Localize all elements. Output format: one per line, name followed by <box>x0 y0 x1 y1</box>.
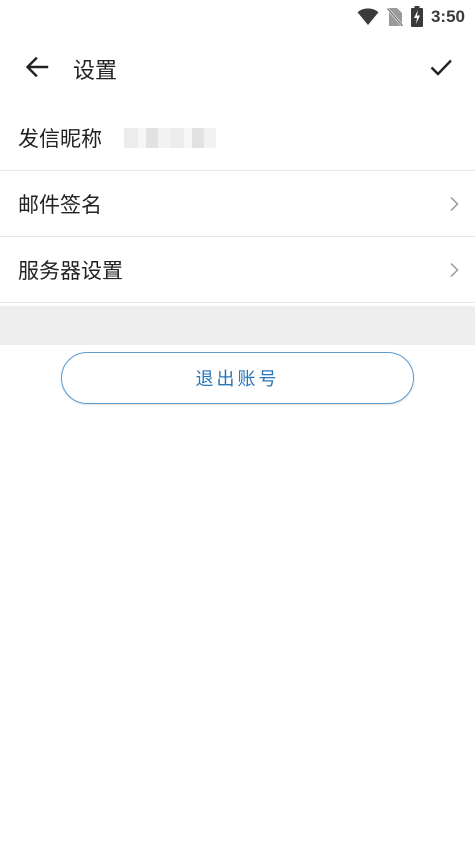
nickname-value <box>124 127 216 148</box>
setting-row-signature[interactable]: 邮件签名 <box>0 171 475 237</box>
setting-label: 邮件签名 <box>18 192 102 217</box>
setting-row-server-settings[interactable]: 服务器设置 <box>0 237 475 303</box>
battery-charging-icon <box>410 6 423 27</box>
section-divider <box>0 306 475 345</box>
chevron-right-icon <box>449 196 459 212</box>
status-time: 3:50 <box>430 6 465 26</box>
back-button[interactable] <box>15 47 59 91</box>
setting-label: 服务器设置 <box>18 258 123 283</box>
wifi-icon <box>357 8 379 26</box>
toolbar: 设置 <box>0 33 475 105</box>
confirm-button[interactable] <box>419 47 463 91</box>
setting-row-sender-nickname[interactable]: 发信昵称 <box>0 105 475 171</box>
redacted-nickname <box>124 127 216 148</box>
chevron-right-icon <box>449 262 459 278</box>
checkmark-icon <box>429 55 453 83</box>
page-title: 设置 <box>73 59 118 84</box>
status-bar: 3:50 <box>0 0 475 33</box>
logout-button[interactable]: 退出账号 <box>61 352 414 404</box>
setting-label: 发信昵称 <box>18 126 102 151</box>
no-sim-icon <box>386 7 403 27</box>
settings-list: 发信昵称 邮件签名 服务器设置 <box>0 105 475 303</box>
arrow-left-icon <box>25 55 49 83</box>
